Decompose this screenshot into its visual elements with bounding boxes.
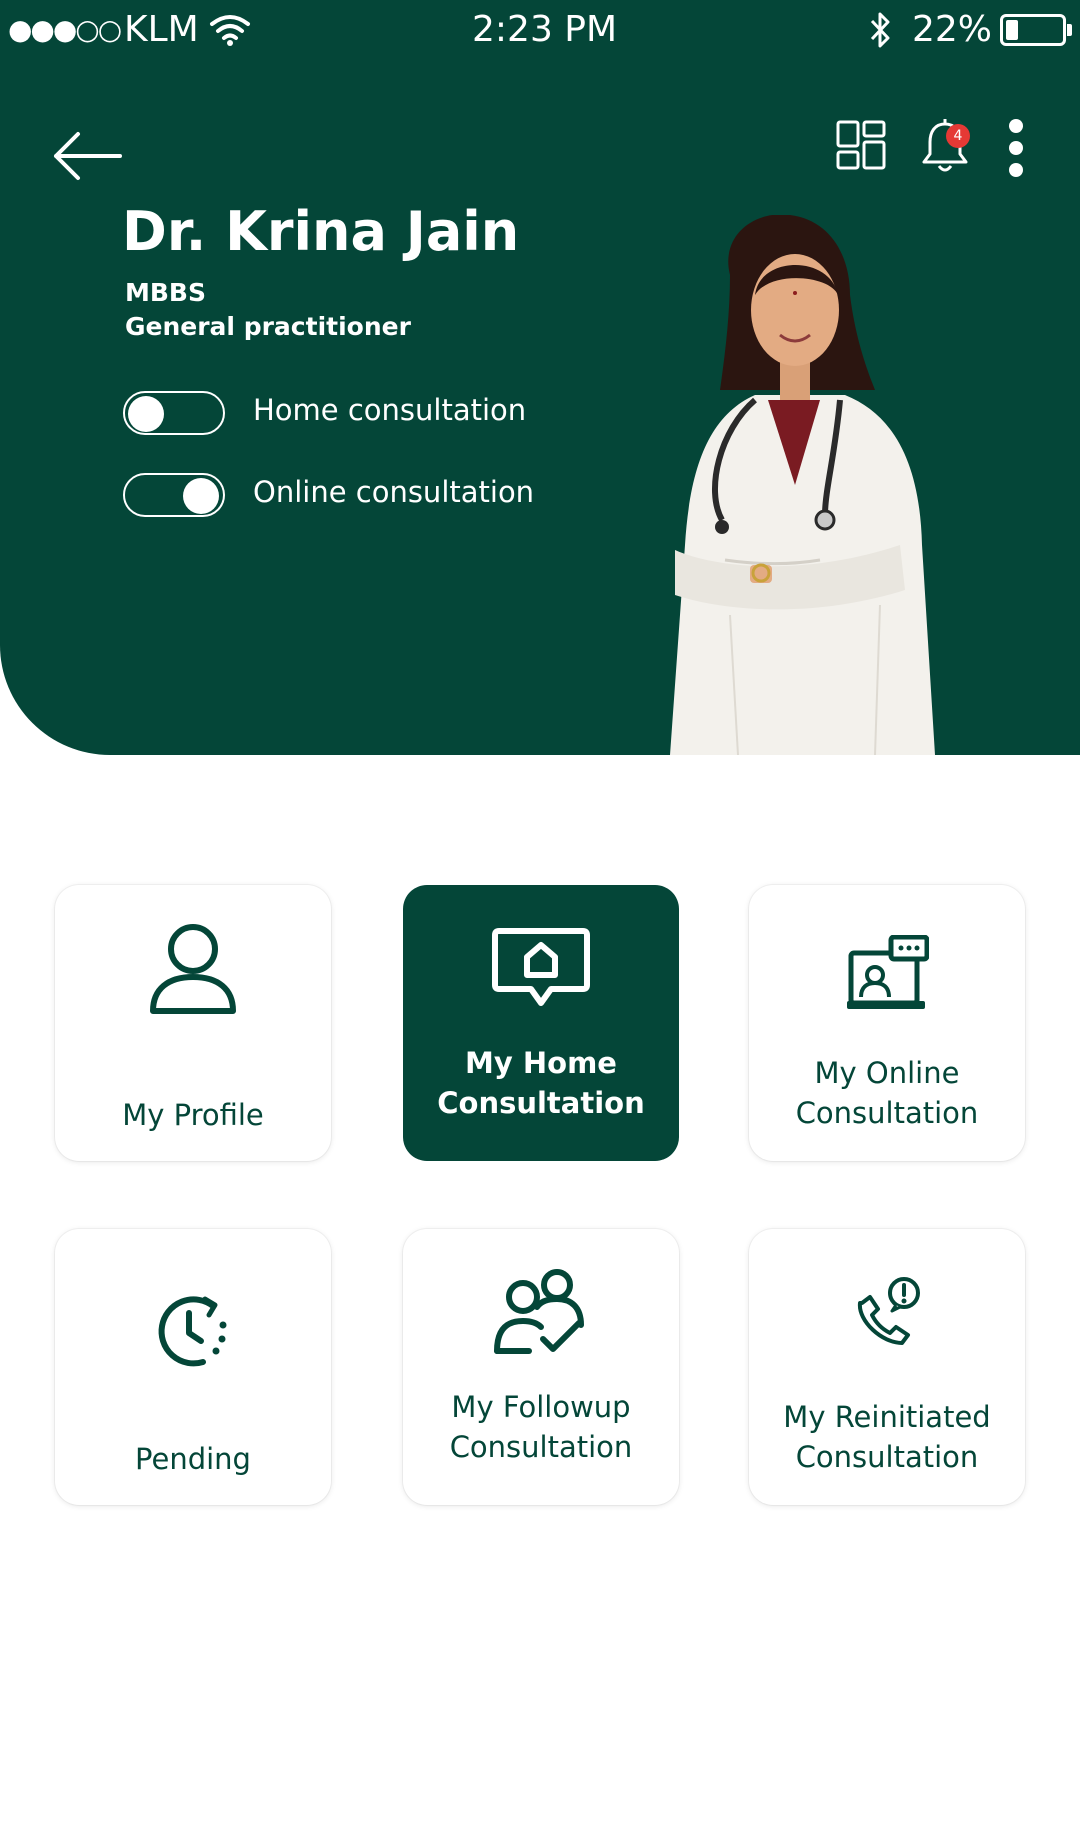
card-label: Consultation bbox=[449, 1430, 633, 1464]
battery-icon bbox=[1000, 14, 1072, 46]
my-reinitiated-consultation-card[interactable]: My Reinitiated Consultation bbox=[749, 1229, 1025, 1505]
more-options-icon[interactable] bbox=[1006, 118, 1026, 178]
back-arrow-icon[interactable] bbox=[52, 120, 124, 192]
card-label: My Home bbox=[465, 1046, 617, 1080]
card-label: My Followup bbox=[451, 1390, 631, 1424]
online-consultation-label: Online consultation bbox=[253, 475, 535, 509]
doctor-photo bbox=[670, 215, 935, 755]
card-label: My Online bbox=[814, 1056, 960, 1090]
clock-time: 2:23 PM bbox=[472, 9, 618, 50]
clock-pending-icon bbox=[158, 1296, 227, 1367]
profile-header: 4 Dr. Krina Jain MBBS General practition… bbox=[0, 60, 1080, 755]
online-video-icon bbox=[847, 935, 929, 1009]
user-icon bbox=[150, 924, 236, 1014]
card-label: Consultation bbox=[437, 1086, 645, 1120]
pending-card[interactable]: Pending bbox=[55, 1229, 331, 1505]
card-label: Consultation bbox=[795, 1096, 979, 1130]
online-consultation-toggle[interactable] bbox=[123, 473, 225, 517]
card-label: My Reinitiated bbox=[783, 1400, 991, 1434]
signal-strength: ●●●○○ bbox=[8, 13, 122, 46]
doctor-specialty: General practitioner bbox=[125, 312, 411, 341]
card-label: My Profile bbox=[122, 1098, 264, 1132]
followup-users-icon bbox=[494, 1269, 584, 1354]
notification-badge: 4 bbox=[946, 124, 970, 148]
doctor-degree: MBBS bbox=[125, 278, 206, 307]
my-profile-card[interactable]: My Profile bbox=[55, 885, 331, 1161]
home-consultation-label: Home consultation bbox=[253, 393, 527, 427]
toggle-knob bbox=[128, 396, 164, 432]
battery-percent: 22% bbox=[912, 9, 993, 50]
doctor-name: Dr. Krina Jain bbox=[122, 200, 520, 263]
my-online-consultation-card[interactable]: My Online Consultation bbox=[749, 885, 1025, 1161]
dashboard-grid-icon[interactable] bbox=[836, 120, 886, 170]
bluetooth-icon bbox=[870, 12, 890, 48]
battery-tip bbox=[1067, 24, 1072, 36]
home-consultation-toggle[interactable] bbox=[123, 391, 225, 435]
home-message-icon bbox=[492, 928, 590, 1006]
card-label: Consultation bbox=[795, 1440, 979, 1474]
toggle-knob bbox=[183, 478, 219, 514]
phone-alert-icon bbox=[857, 1277, 920, 1345]
wifi-icon bbox=[210, 15, 250, 46]
my-followup-consultation-card[interactable]: My Followup Consultation bbox=[403, 1229, 679, 1505]
card-label: Pending bbox=[135, 1442, 251, 1476]
battery-level-fill bbox=[1006, 20, 1018, 40]
my-home-consultation-card[interactable]: My Home Consultation bbox=[403, 885, 679, 1161]
carrier-name: KLM bbox=[124, 9, 199, 50]
status-bar: ●●●○○ KLM 2:23 PM 22% bbox=[0, 0, 1080, 60]
